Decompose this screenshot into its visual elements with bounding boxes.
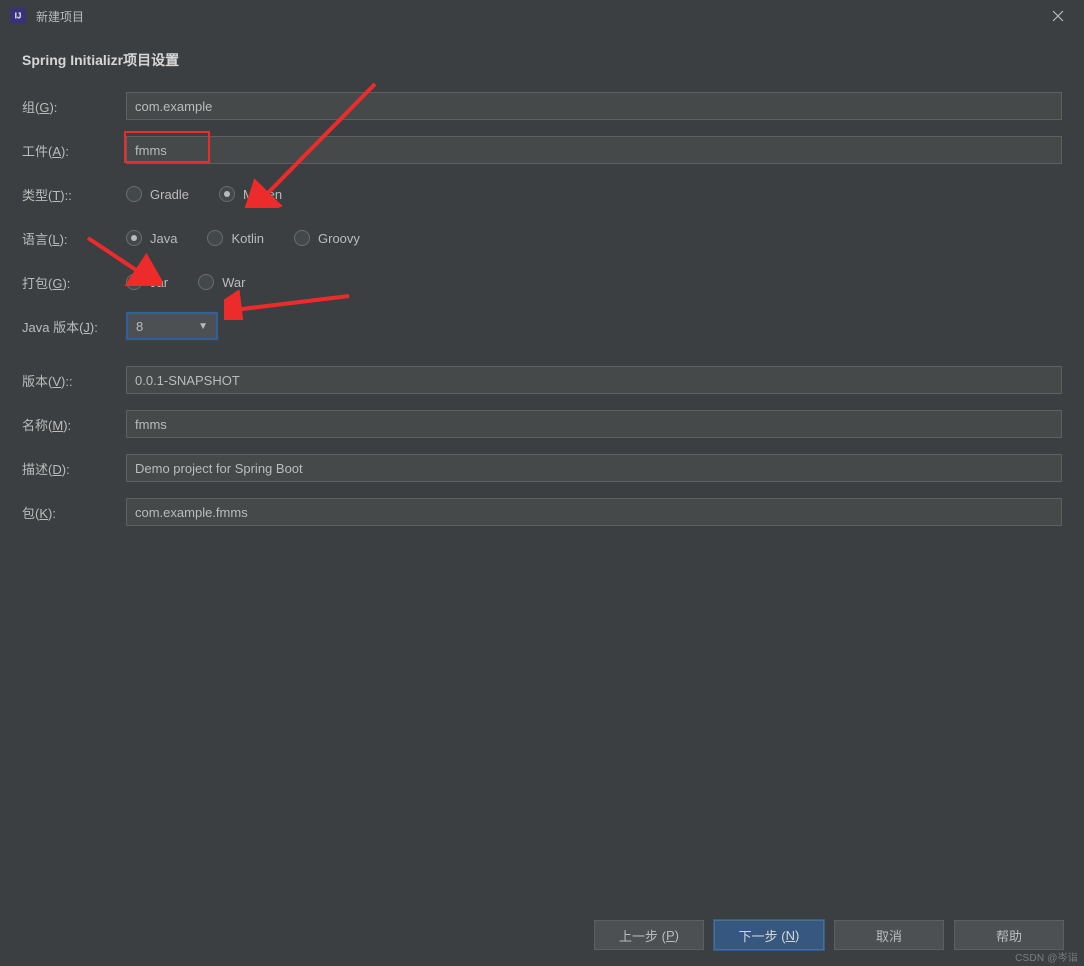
row-description: 描述(D): <box>22 454 1062 482</box>
radio-label: Jar <box>150 275 168 290</box>
combobox-java-version[interactable]: 8 ▼ <box>126 312 218 340</box>
row-java-version: Java 版本(J): 8 ▼ <box>22 312 1062 340</box>
row-language: 语言(L): Java Kotlin Groovy <box>22 224 1062 252</box>
radio-label: War <box>222 275 245 290</box>
titlebar: IJ 新建项目 <box>0 0 1084 32</box>
radio-packaging-war[interactable]: War <box>198 274 245 290</box>
help-button[interactable]: 帮助 <box>954 920 1064 950</box>
input-artifact[interactable] <box>126 136 1062 164</box>
artifact-highlight <box>124 131 210 163</box>
row-group: 组(G): <box>22 92 1062 120</box>
input-group[interactable] <box>126 92 1062 120</box>
radio-label: Maven <box>243 187 282 202</box>
button-bar: 上一步 (P) 下一步 (N) 取消 帮助 <box>0 910 1084 960</box>
row-packaging: 打包(G): Jar War <box>22 268 1062 296</box>
radio-label: Groovy <box>318 231 360 246</box>
label-name: 名称(M): <box>22 415 126 434</box>
radio-icon <box>126 274 142 290</box>
radio-language-groovy[interactable]: Groovy <box>294 230 360 246</box>
combobox-value: 8 <box>136 319 143 334</box>
radio-icon <box>198 274 214 290</box>
label-type: 类型(T):: <box>22 185 126 204</box>
input-name[interactable] <box>126 410 1062 438</box>
row-version: 版本(V):: <box>22 366 1062 394</box>
close-icon <box>1052 10 1064 22</box>
radio-language-kotlin[interactable]: Kotlin <box>207 230 264 246</box>
label-package: 包(K): <box>22 503 126 522</box>
row-artifact: 工件(A): <box>22 136 1062 164</box>
chevron-down-icon: ▼ <box>198 321 208 332</box>
row-name: 名称(M): <box>22 410 1062 438</box>
label-description: 描述(D): <box>22 459 126 478</box>
radio-icon <box>207 230 223 246</box>
section-title: Spring Initializr项目设置 <box>22 50 1062 70</box>
radio-icon <box>126 230 142 246</box>
radio-language-java[interactable]: Java <box>126 230 177 246</box>
label-artifact: 工件(A): <box>22 141 126 160</box>
radio-type-gradle[interactable]: Gradle <box>126 186 189 202</box>
radio-icon <box>219 186 235 202</box>
input-package[interactable] <box>126 498 1062 526</box>
app-icon: IJ <box>10 8 26 24</box>
radio-label: Gradle <box>150 187 189 202</box>
label-java-version: Java 版本(J): <box>22 317 126 336</box>
radio-type-maven[interactable]: Maven <box>219 186 282 202</box>
input-description[interactable] <box>126 454 1062 482</box>
label-packaging: 打包(G): <box>22 273 126 292</box>
radio-icon <box>294 230 310 246</box>
radio-icon <box>126 186 142 202</box>
next-button[interactable]: 下一步 (N) <box>714 920 824 950</box>
close-button[interactable] <box>1040 2 1076 30</box>
radio-label: Kotlin <box>231 231 264 246</box>
svg-text:IJ: IJ <box>15 12 22 21</box>
label-group: 组(G): <box>22 97 126 116</box>
row-package: 包(K): <box>22 498 1062 526</box>
row-type: 类型(T):: Gradle Maven <box>22 180 1062 208</box>
label-version: 版本(V):: <box>22 371 126 390</box>
radio-packaging-jar[interactable]: Jar <box>126 274 168 290</box>
previous-button[interactable]: 上一步 (P) <box>594 920 704 950</box>
label-language: 语言(L): <box>22 229 126 248</box>
radio-label: Java <box>150 231 177 246</box>
window-title: 新建项目 <box>36 8 84 25</box>
cancel-button[interactable]: 取消 <box>834 920 944 950</box>
input-version[interactable] <box>126 366 1062 394</box>
